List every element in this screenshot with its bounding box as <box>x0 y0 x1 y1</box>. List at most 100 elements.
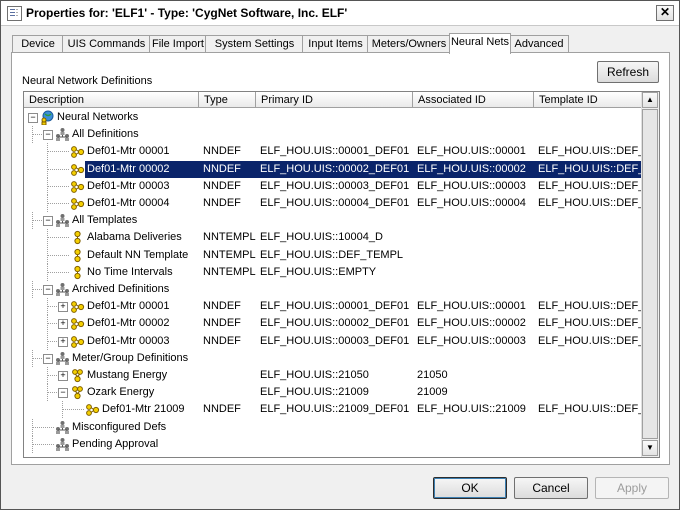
cancel-button[interactable]: Cancel <box>514 477 588 499</box>
cell-primary-id: ELF_HOU.UIS::00001_DEF01 <box>260 300 410 312</box>
cell-primary-id: ELF_HOU.UIS::00003_DEF01 <box>260 335 410 347</box>
tree-row[interactable]: + Def01-Mtr 00001 NNDEF ELF_HOU.UIS::00001_… <box>24 298 642 315</box>
tree-connector <box>47 323 57 324</box>
expand-icon[interactable]: + <box>58 319 68 329</box>
group-icon <box>55 282 70 297</box>
template-icon <box>70 230 85 245</box>
cell-type: NNDEF <box>203 197 241 209</box>
cell-description: Def01-Mtr 00001 <box>87 145 170 157</box>
vertical-scrollbar[interactable]: ▲ ▼ <box>641 92 659 457</box>
column-header-associated-id[interactable]: Associated ID <box>413 92 534 108</box>
tree-connector <box>47 169 69 170</box>
tab-advanced[interactable]: Advanced <box>509 35 569 53</box>
tree-row[interactable]: Misconfigured Defs <box>24 419 642 436</box>
cell-template-id: ELF_HOU.UIS::DEF_ <box>538 180 642 192</box>
tree-row[interactable]: Def01-Mtr 00004 NNDEF ELF_HOU.UIS::00004_D… <box>24 195 642 212</box>
cell-associated-id: ELF_HOU.UIS::00002 <box>417 163 526 175</box>
column-header-primary-id[interactable]: Primary ID <box>256 92 413 108</box>
tree-row[interactable]: Def01-Mtr 00002 NNDEF ELF_HOU.UIS::00002_D… <box>24 160 642 179</box>
cell-primary-id: ELF_HOU.UIS::00001_DEF01 <box>260 145 410 157</box>
group-icon <box>55 351 70 366</box>
cell-associated-id: ELF_HOU.UIS::00001 <box>417 300 526 312</box>
tree-connector <box>47 341 57 342</box>
expand-icon[interactable]: + <box>58 371 68 381</box>
tree-row[interactable]: − All Definitions <box>24 126 642 143</box>
tree-row[interactable]: − Meter/Group Definitions <box>24 350 642 367</box>
cell-primary-id: ELF_HOU.UIS::21009_DEF01 <box>260 403 410 415</box>
collapse-icon[interactable]: − <box>43 130 53 140</box>
tree-row[interactable]: − All Templates <box>24 212 642 229</box>
expand-icon[interactable]: + <box>58 302 68 312</box>
tree-connector <box>32 220 42 221</box>
tree-row[interactable]: − Neural Networks <box>24 109 642 126</box>
tree-connector <box>32 134 42 135</box>
tab-neural-nets[interactable]: Neural Nets <box>449 33 511 54</box>
collapse-icon[interactable]: − <box>43 285 53 295</box>
scroll-down-icon[interactable]: ▼ <box>642 440 658 456</box>
tree-row[interactable]: Def01-Mtr 00001 NNDEF ELF_HOU.UIS::00001_D… <box>24 143 642 160</box>
tab-meters-owners[interactable]: Meters/Owners <box>367 35 451 53</box>
tab-input-items[interactable]: Input Items <box>302 35 369 53</box>
collapse-icon[interactable]: − <box>58 388 68 398</box>
tree-connector <box>47 229 48 246</box>
tree-row[interactable]: + Def01-Mtr 00002 NNDEF ELF_HOU.UIS::00002_… <box>24 315 642 332</box>
title-bar[interactable]: Properties for: 'ELF1' - Type: 'CygNet S… <box>1 1 679 26</box>
cell-description: Def01-Mtr 00002 <box>87 317 170 329</box>
cell-type: NNTEMPL <box>203 231 256 243</box>
definitions-list[interactable]: Description Type Primary ID Associated ID Te… <box>23 91 660 458</box>
apply-button[interactable]: Apply <box>595 477 669 499</box>
scroll-thumb[interactable] <box>642 109 658 439</box>
collapse-icon[interactable]: − <box>43 216 53 226</box>
tab-device[interactable]: Device <box>12 35 64 53</box>
cell-description: Misconfigured Defs <box>72 421 167 433</box>
tree-connector <box>47 195 48 212</box>
tree-row[interactable]: − Archived Definitions <box>24 281 642 298</box>
neural-nets-panel: Neural Network Definitions Refresh Descr… <box>11 52 670 465</box>
tree-row[interactable]: + Mustang Energy ELF_HOU.UIS::21050 21050 <box>24 367 642 384</box>
scroll-up-icon[interactable]: ▲ <box>642 92 658 108</box>
tree-connector <box>47 237 69 238</box>
tree-connector <box>47 143 48 160</box>
tree-connector <box>47 375 57 376</box>
tree-row[interactable]: Default NN Template NNTEMPL ELF_HOU.UIS::D… <box>24 247 642 264</box>
cell-type: NNDEF <box>203 335 241 347</box>
tree-connector <box>47 178 48 195</box>
tree-connector <box>47 203 69 204</box>
tree-connector <box>47 306 57 307</box>
tab-system-settings[interactable]: System Settings <box>205 35 304 53</box>
cell-template-id: ELF_HOU.UIS::DEF_ <box>538 335 642 347</box>
column-header-type[interactable]: Type <box>199 92 256 108</box>
tree-connector <box>32 358 42 359</box>
tree-row[interactable]: Pending Approval <box>24 436 642 453</box>
definition-icon <box>70 334 85 349</box>
close-button[interactable]: ✕ <box>656 5 674 21</box>
column-header-template-id[interactable]: Template ID <box>534 92 642 108</box>
group-icon <box>55 213 70 228</box>
properties-dialog: Properties for: 'ELF1' - Type: 'CygNet S… <box>0 0 680 510</box>
tree-row[interactable]: − Ozark Energy ELF_HOU.UIS::21009 21009 <box>24 384 642 401</box>
collapse-icon[interactable]: − <box>43 354 53 364</box>
tree-row[interactable]: Def01-Mtr 21009 NNDEF ELF_HOU.UIS::21009_D… <box>24 401 642 418</box>
template-icon <box>70 265 85 280</box>
tree-row[interactable]: Def01-Mtr 00003 NNDEF ELF_HOU.UIS::00003_D… <box>24 178 642 195</box>
expand-icon[interactable]: + <box>58 337 68 347</box>
ok-button[interactable]: OK <box>433 477 507 499</box>
cell-description: Def01-Mtr 00003 <box>87 335 170 347</box>
tab-file-import[interactable]: File Import <box>149 35 207 53</box>
tree-connector <box>62 401 63 418</box>
refresh-button[interactable]: Refresh <box>597 61 659 83</box>
tree-connector <box>47 247 48 264</box>
tree-row[interactable]: + Def01-Mtr 00003 NNDEF ELF_HOU.UIS::00003_… <box>24 333 642 350</box>
collapse-icon[interactable]: − <box>28 113 38 123</box>
tab-uis-commands[interactable]: UIS Commands <box>62 35 151 53</box>
cell-primary-id: ELF_HOU.UIS::EMPTY <box>260 266 377 278</box>
template-icon <box>70 248 85 263</box>
column-header-description[interactable]: Description <box>24 92 199 108</box>
cell-template-id: ELF_HOU.UIS::DEF_ <box>538 300 642 312</box>
tree-row[interactable]: Alabama Deliveries NNTEMPL ELF_HOU.UIS::10… <box>24 229 642 246</box>
tree-row[interactable]: No Time Intervals NNTEMPL ELF_HOU.UIS::EMP… <box>24 264 642 281</box>
definition-icon <box>85 402 100 417</box>
tree-connector <box>32 126 33 143</box>
cell-associated-id: ELF_HOU.UIS::00003 <box>417 335 526 347</box>
cell-primary-id: ELF_HOU.UIS::21009 <box>260 386 369 398</box>
